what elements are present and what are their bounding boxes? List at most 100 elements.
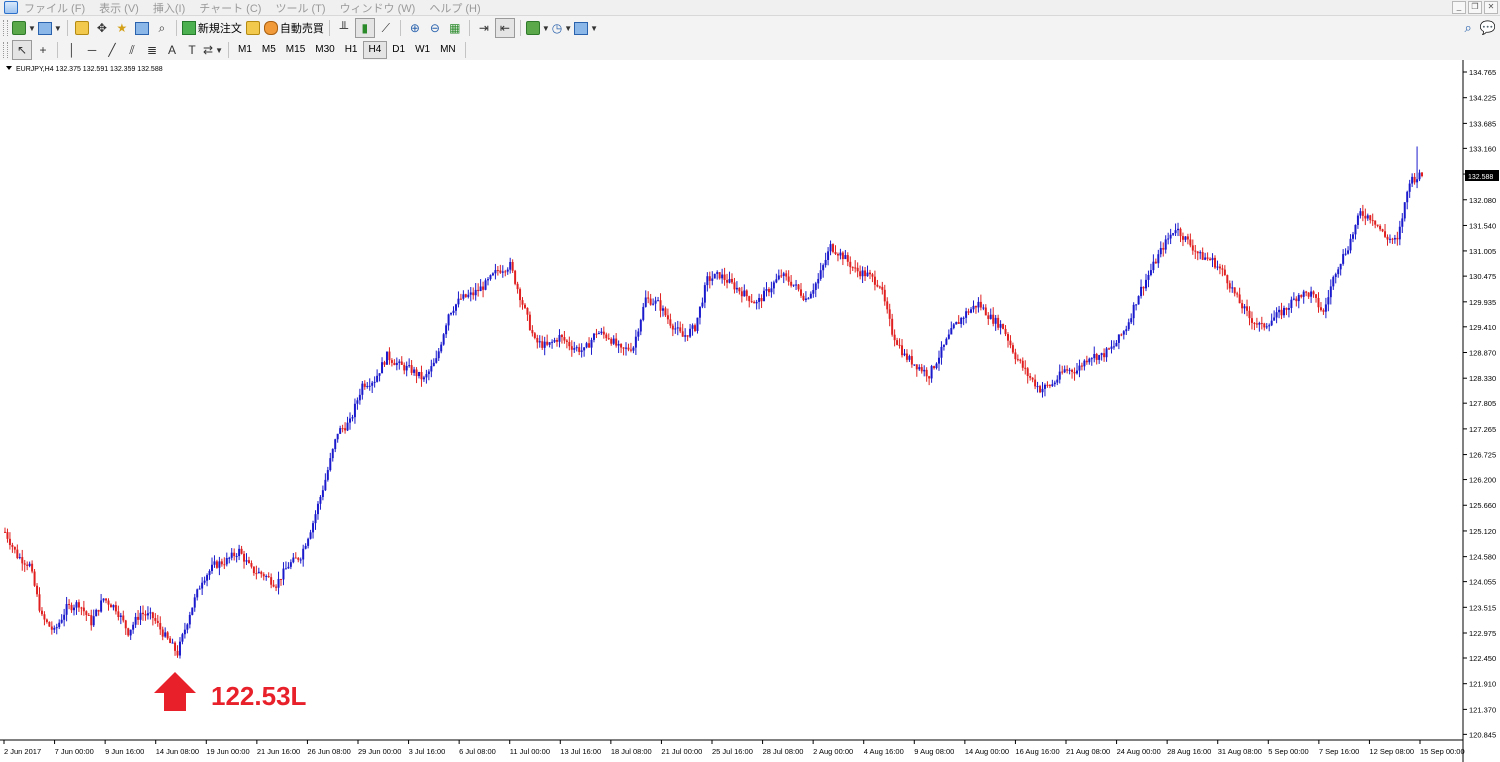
candle-body xyxy=(415,369,418,377)
candle-body xyxy=(213,561,216,565)
candle-body xyxy=(105,598,108,601)
price-chart[interactable]: 134.765134.225133.685133.160132.620132.0… xyxy=(0,60,1500,762)
channel-button[interactable]: ⫽ xyxy=(123,41,141,59)
market-watch-button[interactable] xyxy=(73,19,91,37)
candle-body xyxy=(272,584,275,587)
price-label: 131.005 xyxy=(1469,247,1496,256)
candle-body xyxy=(1342,254,1345,264)
zoom-in-button[interactable]: ⊕ xyxy=(406,19,424,37)
navigator-button[interactable]: ★ xyxy=(113,19,131,37)
candle-body xyxy=(334,439,337,450)
candle-body xyxy=(445,325,448,335)
candle-body xyxy=(504,271,507,273)
candle-body xyxy=(647,297,650,299)
timeframe-d1[interactable]: D1 xyxy=(387,42,410,58)
timeframe-m5[interactable]: M5 xyxy=(257,42,281,58)
data-window-button[interactable]: ✥ xyxy=(93,19,111,37)
zoom-out-button[interactable]: ⊖ xyxy=(426,19,444,37)
crosshair-button[interactable]: + xyxy=(34,41,52,59)
restore-icon[interactable]: ❐ xyxy=(1468,1,1482,14)
candle-body xyxy=(454,304,457,311)
vertical-line-button[interactable]: │ xyxy=(63,41,81,59)
timeframe-m1[interactable]: M1 xyxy=(233,42,257,58)
profiles-button[interactable]: ▼ xyxy=(37,19,62,37)
menu-help[interactable]: ヘルプ (H) xyxy=(429,0,480,16)
candle-body xyxy=(827,251,830,260)
chat-icon[interactable]: 💬 xyxy=(1480,20,1496,36)
candle-body xyxy=(482,286,485,290)
menu-chart[interactable]: チャート (C) xyxy=(199,0,261,16)
bar-chart-button[interactable]: ╨ xyxy=(335,19,353,37)
toolbar-grip[interactable] xyxy=(3,20,8,36)
candle-body xyxy=(97,609,100,612)
close-icon[interactable]: ✕ xyxy=(1484,1,1498,14)
candle-body xyxy=(1048,385,1051,387)
fibonacci-button[interactable]: ≣ xyxy=(143,41,161,59)
menu-insert[interactable]: 挿入(I) xyxy=(153,0,185,16)
candle-body xyxy=(891,318,894,335)
menu-view[interactable]: 表示 (V) xyxy=(99,0,139,16)
timeframe-w1[interactable]: W1 xyxy=(410,42,435,58)
candle-body xyxy=(622,347,625,349)
candle-body xyxy=(987,315,990,319)
text-button[interactable]: A xyxy=(163,41,181,59)
tile-windows-button[interactable]: ▦ xyxy=(446,19,464,37)
minimize-icon[interactable]: _ xyxy=(1452,1,1466,14)
arrows-button[interactable]: ⇄ ▼ xyxy=(203,41,223,59)
menu-tools[interactable]: ツール (T) xyxy=(275,0,325,16)
time-label: 2 Aug 00:00 xyxy=(813,747,853,756)
candle-body xyxy=(642,306,645,320)
metaeditor-button[interactable] xyxy=(244,19,262,37)
menu-file[interactable]: ファイル (F) xyxy=(24,0,85,16)
candle-body xyxy=(1381,229,1384,232)
line-chart-button[interactable]: ⟋ xyxy=(377,19,395,37)
periods-button[interactable]: ◷ ▼ xyxy=(552,19,572,37)
text-label-button[interactable]: T xyxy=(183,41,201,59)
candle-body xyxy=(8,538,11,546)
indicators-button[interactable]: ▼ xyxy=(525,19,550,37)
candle-body xyxy=(247,560,250,564)
candle-body xyxy=(378,373,381,376)
candle-body xyxy=(1248,310,1251,319)
candle-body xyxy=(314,514,317,524)
timeframe-h1[interactable]: H1 xyxy=(340,42,363,58)
timeframe-h4[interactable]: H4 xyxy=(362,41,388,59)
candle-body xyxy=(925,369,928,377)
strategy-tester-button[interactable]: ⌕ xyxy=(153,19,171,37)
candle-body xyxy=(541,341,544,348)
search-icon[interactable]: ⌕ xyxy=(1465,20,1472,36)
timeframe-mn[interactable]: MN xyxy=(435,42,461,58)
candle-body xyxy=(888,309,891,319)
new-chart-button[interactable]: ▼ xyxy=(12,19,36,37)
candle-body xyxy=(777,275,780,280)
chart-shift-button[interactable]: ⇥ xyxy=(475,19,493,37)
timeframe-m15[interactable]: M15 xyxy=(281,42,310,58)
templates-button[interactable]: ▼ xyxy=(574,19,598,37)
candle-body xyxy=(745,290,748,297)
drawing-toolbar: ↖ + │ ─ ╱ ⫽ ≣ A T ⇄ ▼ M1 M5 M15 M30 H1 H4… xyxy=(0,40,1500,61)
bar-chart-icon: ╨ xyxy=(339,21,349,35)
candlestick-button[interactable]: ▮ xyxy=(354,18,375,38)
menu-window[interactable]: ウィンドウ (W) xyxy=(340,0,416,16)
candle-body xyxy=(58,622,61,628)
toolbar-grip[interactable] xyxy=(3,42,8,58)
trendline-button[interactable]: ╱ xyxy=(103,41,121,59)
candle-body xyxy=(164,632,167,637)
candle-body xyxy=(1265,326,1268,328)
candle-body xyxy=(287,566,290,569)
candle-body xyxy=(960,318,963,324)
candle-body xyxy=(326,470,329,480)
candle-body xyxy=(674,328,677,330)
candle-body xyxy=(1334,274,1337,278)
timeframe-m30[interactable]: M30 xyxy=(310,42,339,58)
terminal-button[interactable] xyxy=(133,19,151,37)
candle-body xyxy=(1073,371,1076,374)
auto-scroll-button[interactable]: ⇤ xyxy=(494,18,515,38)
auto-trading-button[interactable]: 自動売買 xyxy=(263,19,324,37)
cursor-button[interactable]: ↖ xyxy=(12,40,32,60)
candle-body xyxy=(551,341,554,343)
new-order-button[interactable]: 新規注文 xyxy=(181,19,242,37)
candle-body xyxy=(844,255,847,260)
horizontal-line-button[interactable]: ─ xyxy=(83,41,101,59)
time-label: 5 Sep 00:00 xyxy=(1268,747,1308,756)
